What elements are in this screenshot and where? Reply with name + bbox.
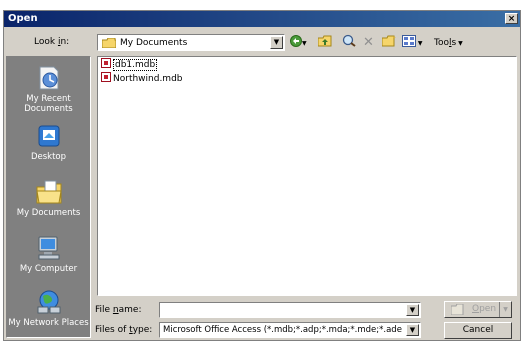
files-of-type-dropdown[interactable]: Microsoft Office Access (*.mdb;*.adp;*.m… [159,322,421,338]
place-desktop[interactable]: Desktop [7,123,90,162]
search-icon [342,34,356,47]
look-in-label: Look in: [34,37,70,47]
back-button[interactable]: ▼ [290,34,310,52]
desktop-icon [35,123,63,149]
place-my-computer[interactable]: My Computer [7,235,90,274]
place-label: My Network Places [8,318,89,328]
toolbar: ▼ ✕ ▼ Tools ▼ [290,34,510,52]
file-item-northwind[interactable]: Northwind.mdb [101,72,185,85]
open-button[interactable]: Open ▼ [444,301,512,318]
delete-button[interactable]: ✕ [363,34,375,52]
tools-menu[interactable]: Tools ▼ [434,34,474,52]
new-folder-icon [381,35,396,47]
cancel-button[interactable]: Cancel [444,322,512,339]
recent-documents-icon [35,65,63,91]
place-my-documents[interactable]: My Documents [7,179,90,218]
folder-icon [101,37,117,49]
place-label: My Documents [16,208,81,218]
place-label: Desktop [30,152,67,162]
file-name: db1.mdb [113,59,158,71]
files-of-type-label: Files of type: [95,325,153,335]
open-dialog: Open × Look in: My Documents ▼ ▼ ✕ ▼ Too… [3,10,521,341]
access-database-icon [101,72,111,82]
open-icon [450,303,464,321]
search-web-button[interactable] [342,34,356,52]
file-name: Northwind.mdb [113,74,183,84]
chevron-down-icon[interactable]: ▼ [406,304,419,316]
open-options-arrow[interactable]: ▼ [499,302,511,317]
file-name-field[interactable]: ▼ [159,302,421,318]
up-folder-icon [317,35,332,47]
files-of-type-value: Microsoft Office Access (*.mdb;*.adp;*.m… [163,325,402,335]
dialog-title: Open [8,13,38,24]
title-bar[interactable]: Open × [4,11,520,27]
new-folder-button[interactable] [381,34,396,52]
up-one-level-button[interactable] [317,34,332,52]
place-my-network-places[interactable]: My Network Places [7,289,90,328]
views-button[interactable]: ▼ [402,34,428,52]
access-database-icon [101,58,111,68]
chevron-down-icon[interactable]: ▼ [270,36,283,49]
place-label: My Recent Documents [24,94,73,114]
views-icon [402,35,416,47]
places-bar: My Recent Documents Desktop My Documents… [6,56,91,338]
file-name-label: File name: [95,305,142,315]
look-in-dropdown[interactable]: My Documents ▼ [97,34,285,51]
look-in-value: My Documents [120,38,188,48]
close-button[interactable]: × [505,13,518,24]
network-places-icon [35,289,63,315]
place-my-recent-documents[interactable]: My Recent Documents [7,65,90,114]
my-computer-icon [35,235,63,261]
back-icon [290,35,302,47]
my-documents-icon [35,179,63,205]
chevron-down-icon[interactable]: ▼ [406,324,419,336]
file-item-db1[interactable]: db1.mdb [101,58,159,71]
file-list[interactable]: db1.mdb Northwind.mdb [97,56,517,296]
place-label: My Computer [19,264,78,274]
